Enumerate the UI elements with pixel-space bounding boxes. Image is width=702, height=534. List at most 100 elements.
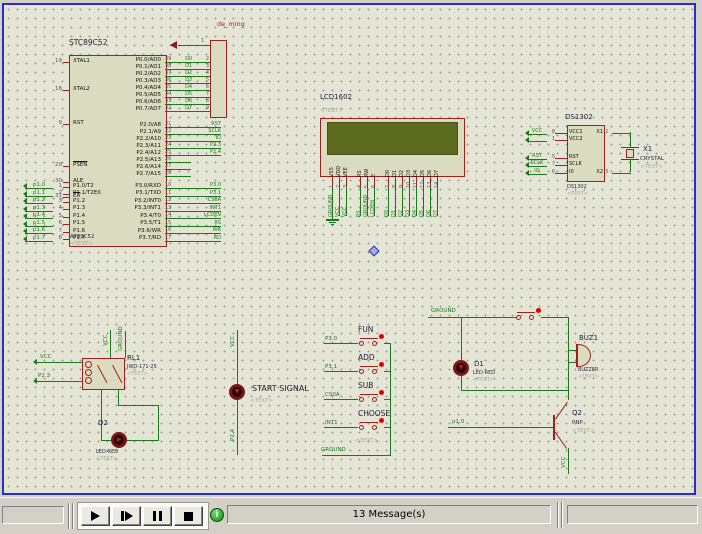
- buzzer-body[interactable]: [578, 344, 591, 367]
- wire-arrow: [23, 228, 27, 234]
- wire-segment: [101, 390, 102, 440]
- transistor-collector: [555, 402, 568, 420]
- play-button[interactable]: [81, 506, 110, 526]
- wire-segment: [110, 330, 111, 358]
- wire-segment: [118, 405, 158, 406]
- net-label: P3.1: [210, 190, 221, 196]
- button-terminal: [359, 397, 364, 402]
- key-label: FUN: [358, 325, 373, 334]
- led-start-signal[interactable]: ▼: [229, 384, 245, 400]
- mcu-p2-pins: P2.0/A8 21 RST P2.1/A9 22 SCLK P2.2/A1: [95, 121, 221, 156]
- wire-segment: [541, 317, 568, 318]
- connector-body[interactable]: [210, 40, 227, 118]
- pin-row: P0.5/AD5 34 D5 7: [95, 91, 210, 98]
- simulation-log-icon[interactable]: i: [210, 508, 224, 522]
- pin-row: P2.5/A13 26: [95, 156, 191, 163]
- wire-segment: [178, 45, 210, 46]
- wire-segment: 33 D6 8: [165, 98, 210, 105]
- lcd-pins-power: VSS 1 GROUND VDD 2 VCC VEE: [329, 157, 350, 219]
- message-status-panel[interactable]: 13 Message(s): [227, 505, 551, 524]
- push-button[interactable]: [358, 362, 384, 375]
- button-actuator-dot[interactable]: [379, 362, 384, 367]
- pin-stub: [63, 59, 70, 63]
- wire-segment: 26: [165, 156, 191, 163]
- wire-arrow: [23, 213, 27, 219]
- wire-segment: [36, 381, 82, 382]
- step-button[interactable]: [112, 506, 141, 526]
- wire-segment: 36 D3 5: [165, 77, 210, 84]
- wire-segment: [118, 390, 119, 405]
- net-label: GROUND: [431, 308, 456, 314]
- crystal-text-label: <TEXT>: [640, 164, 663, 170]
- net-label: p1.0: [452, 419, 464, 425]
- button-terminal: [359, 341, 364, 346]
- ground-symbol: [329, 222, 336, 223]
- button-actuator-dot[interactable]: [536, 308, 541, 313]
- wire-segment: 11 P3.1: [165, 190, 221, 197]
- wire-segment: [324, 343, 358, 344]
- toolbar-separator: [68, 503, 70, 529]
- push-button[interactable]: [515, 308, 541, 321]
- button-terminal: [372, 397, 377, 402]
- push-button[interactable]: [358, 390, 384, 403]
- window-margin: [696, 0, 702, 497]
- net-label: INT1: [210, 205, 221, 211]
- button-terminal: [359, 425, 364, 430]
- message-count-text: 13 Message(s): [228, 509, 550, 520]
- net-label: VCC: [103, 330, 109, 346]
- relay-coil: [85, 369, 92, 376]
- wire-segment: 32 D7 9: [165, 105, 210, 112]
- wire-segment: 12 CS0A: [165, 197, 221, 204]
- pin-row: P0.2/AD2 37 D2 4: [95, 70, 210, 77]
- push-button[interactable]: [358, 334, 384, 347]
- net-label: WR: [213, 227, 221, 233]
- wire-arrow: [23, 183, 27, 189]
- pin-row: p1.1 2 P1.1/T2EX: [25, 190, 101, 198]
- wire-segment: [158, 405, 159, 441]
- pin-stub: [63, 229, 70, 233]
- keys-text-label: <TEXT>: [355, 438, 378, 444]
- button-actuator-dot[interactable]: [379, 334, 384, 339]
- lcd-ref-label: LCD1602: [320, 93, 352, 101]
- stop-button[interactable]: [174, 506, 203, 526]
- ground-symbol: [331, 224, 334, 225]
- led-d2-value-label: LED-RED: [96, 449, 118, 455]
- wire-segment: [127, 440, 158, 441]
- button-bar: [360, 422, 378, 423]
- pin-row: P2.0/A8 21 RST: [95, 121, 221, 128]
- wire-segment: [461, 376, 462, 390]
- schematic-canvas[interactable]: STC89C52 AT89C52 <TEXT> 19XTAL1 18XTAL2 …: [0, 0, 702, 497]
- pin-row: p1.6 7 P1.6: [25, 227, 101, 235]
- wire-segment: 25 P2.4: [165, 149, 221, 156]
- wire-arrow: [23, 198, 27, 204]
- ground-symbol: [326, 219, 339, 221]
- net-label: VCC: [527, 129, 547, 135]
- start-signal-label: START SIGNAL: [252, 384, 309, 393]
- rtc-text-label: <TEXT>: [567, 191, 588, 197]
- wire-segment: [568, 350, 576, 351]
- wire-arrow: [525, 137, 529, 143]
- relay-text-label: <TEXT>: [127, 371, 148, 377]
- net-label: D0: [185, 56, 192, 62]
- pin-row: P3.7/RD 17 RD: [95, 235, 221, 243]
- wire-segment: [428, 317, 516, 318]
- wire-segment: 35 D4 6: [165, 84, 210, 91]
- pin-stub: [63, 199, 70, 203]
- net-label: p1.5: [25, 220, 53, 227]
- wire-segment: 15 RS: [165, 220, 221, 227]
- pin-stub: [63, 221, 70, 225]
- key-label: ADD: [358, 353, 375, 362]
- pause-button[interactable]: [143, 506, 172, 526]
- button-actuator-dot[interactable]: [379, 390, 384, 395]
- lcd-screen: [327, 122, 458, 155]
- wire-segment: 39 D0 2: [165, 56, 210, 63]
- led-d1[interactable]: ▼: [453, 360, 469, 376]
- relay-coil: [85, 377, 92, 384]
- button-actuator-dot[interactable]: [379, 418, 384, 423]
- crystal-body[interactable]: [626, 149, 634, 158]
- net-label: CS0A: [208, 197, 221, 203]
- push-button[interactable]: [358, 418, 384, 431]
- wire-segment: 21 RST: [165, 121, 221, 128]
- led-d2[interactable]: ▶: [111, 432, 127, 448]
- net-label: D7: [185, 105, 192, 111]
